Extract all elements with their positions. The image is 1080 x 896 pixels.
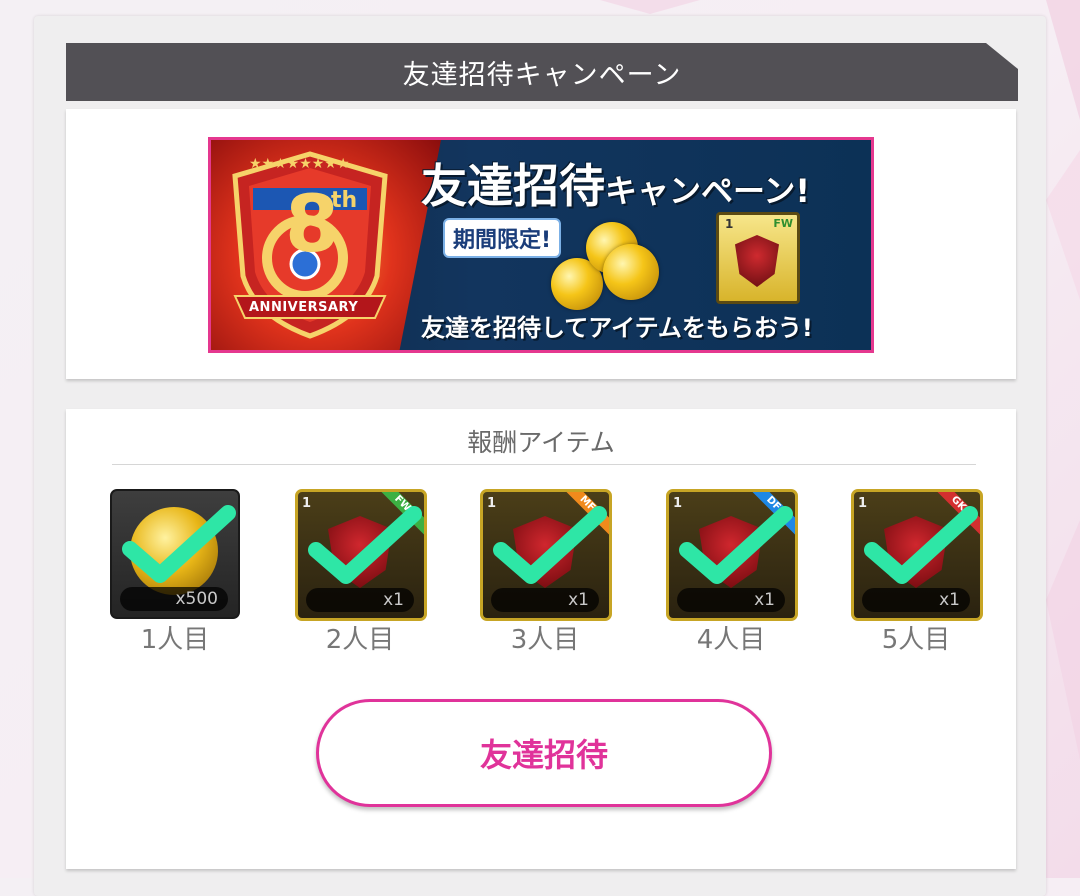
player-card-tile: 1 GK x1 <box>851 489 983 621</box>
quantity-badge: x1 <box>862 588 970 612</box>
reward-item-label: 4人目 <box>696 625 766 655</box>
banner-subtitle: 友達を招待してアイテムをもらおう! <box>421 314 813 342</box>
player-card-tile: 1 DF x1 <box>666 489 798 621</box>
player-card-tile: 1 MF x1 <box>480 489 612 621</box>
quantity-badge: x1 <box>306 588 414 612</box>
reward-item[interactable]: 1 MF x1 3人目 <box>480 489 612 659</box>
invite-button-label: 友達招待 <box>479 736 608 774</box>
badge-text: ANNIVERSARY <box>249 300 359 315</box>
gold-coin-icon <box>603 244 659 300</box>
divider <box>112 464 976 465</box>
banner-title-small: キャンペーン! <box>605 172 810 210</box>
reward-title: 報酬アイテム <box>467 428 615 457</box>
reward-card: 報酬アイテム x500 1人目 1 FW x1 2人目 1 MF x1 3人目 1 DF x1 4人目 1 G… <box>66 409 1016 869</box>
banner-title-big: 友達招待 <box>421 159 605 213</box>
badge-suffix: th <box>331 188 358 213</box>
limited-time-bubble: 期間限定! <box>443 218 562 258</box>
section-header: 友達招待キャンペーン <box>66 43 1018 101</box>
coin-reward-tile: x500 <box>110 489 240 619</box>
claimed-check-icon <box>122 505 236 583</box>
quantity-badge: x1 <box>677 588 785 612</box>
quantity-badge: x1 <box>491 588 599 612</box>
header-title: 友達招待キャンペーン <box>402 59 682 91</box>
claimed-check-icon <box>493 506 607 584</box>
reward-item[interactable]: 1 DF x1 4人目 <box>666 489 798 659</box>
reward-item[interactable]: 1 FW x1 2人目 <box>295 489 427 659</box>
player-card-tile: 1 FW x1 <box>295 489 427 621</box>
player-emblem-icon <box>735 235 779 287</box>
campaign-banner[interactable]: ★★★★★★★★ 8 th ANNIVERSARY 友達招待キャンペーン! 期間… <box>208 137 874 353</box>
card-tag: 1 <box>725 217 734 231</box>
claimed-check-icon <box>679 506 793 584</box>
reward-item[interactable]: x500 1人目 <box>110 489 240 659</box>
reward-item-label: 5人目 <box>881 625 951 655</box>
reward-item[interactable]: 1 GK x1 5人目 <box>851 489 983 659</box>
reward-item-label: 2人目 <box>325 625 395 655</box>
card-position: FW <box>773 217 793 230</box>
claimed-check-icon <box>864 506 978 584</box>
svg-text:★★★★★★★★: ★★★★★★★★ <box>249 156 349 172</box>
claimed-check-icon <box>308 506 422 584</box>
banner-title: 友達招待キャンペーン! <box>421 150 810 216</box>
invite-friend-button[interactable]: 友達招待 <box>316 699 772 807</box>
reward-item-label: 1人目 <box>140 625 210 655</box>
reward-item-label: 3人目 <box>510 625 580 655</box>
banner-card: ★★★★★★★★ 8 th ANNIVERSARY 友達招待キャンペーン! 期間… <box>66 109 1016 379</box>
quantity-badge: x500 <box>120 587 228 611</box>
player-card-icon: 1 FW <box>716 212 800 304</box>
